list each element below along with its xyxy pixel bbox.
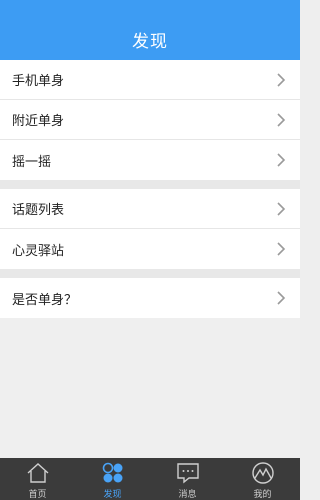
menu-group-3: 是否单身？ [0,278,300,318]
tab-label: 消息 [178,490,197,500]
menu-item-phone-singles[interactable]: 手机单身 [0,60,300,100]
tab-label: 首页 [28,490,47,500]
tab-home[interactable]: 首页 [0,458,75,500]
menu-item-nearby-singles[interactable]: 附近单身 [0,100,300,140]
tab-messages[interactable]: 消息 [150,458,225,500]
chevron-right-icon [277,201,286,216]
discover-list: 手机单身 附近单身 摇一摇 话题列表 心灵驿站 是否单身？ [0,60,300,458]
menu-group-2: 话题列表 心灵驿站 [0,189,300,269]
menu-item-single-status[interactable]: 是否单身？ [0,278,300,318]
tab-label: 发现 [103,490,122,500]
profile-icon [251,462,274,484]
discover-icon [102,462,122,483]
chevron-right-icon [277,291,286,305]
top-header: 发现 [0,0,300,60]
chevron-right-icon [277,242,286,256]
chevron-right-icon [277,153,286,167]
tab-profile[interactable]: 我的 [225,458,300,500]
group-divider [0,180,300,189]
tab-discover[interactable]: 发现 [75,458,150,500]
group-divider [0,269,300,278]
menu-item-shake[interactable]: 摇一摇 [0,140,300,180]
home-icon [27,463,48,483]
menu-item-label: 话题列表 [12,203,65,218]
bottom-tab-bar: 首页 发现 消息 我的 [0,458,300,500]
menu-group-1: 手机单身 附近单身 摇一摇 [0,60,300,180]
chevron-right-icon [277,112,286,127]
menu-item-soul-station[interactable]: 心灵驿站 [0,229,300,269]
message-icon [176,463,199,484]
menu-item-label: 附近单身 [12,114,65,129]
menu-item-label: 是否单身？ [12,292,78,308]
menu-item-label: 心灵驿站 [12,243,65,259]
menu-item-label: 手机单身 [12,74,65,89]
chevron-right-icon [277,72,286,87]
tab-label: 我的 [253,490,272,500]
menu-item-topic-list[interactable]: 话题列表 [0,189,300,229]
page-title: 发现 [132,31,168,52]
menu-item-label: 摇一摇 [12,154,52,170]
